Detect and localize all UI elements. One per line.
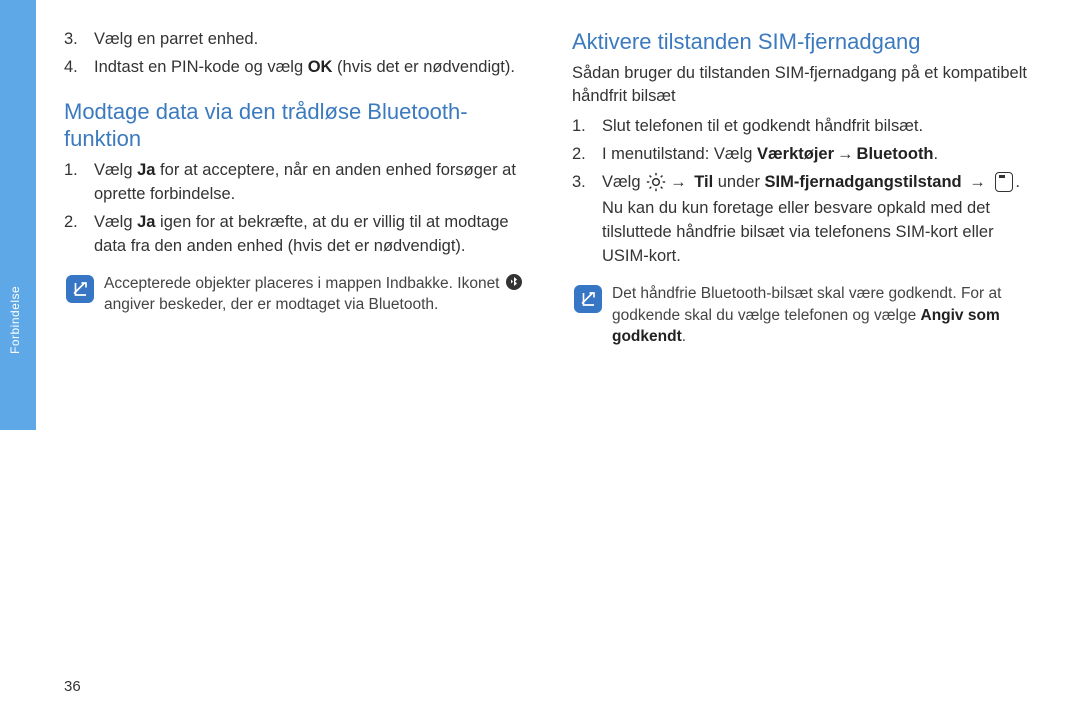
list-text-suffix: . bbox=[1015, 173, 1020, 191]
left-column: 3. Vælg en parret enhed. 4. Indtast en P… bbox=[64, 28, 532, 348]
list-text-prefix: Vælg bbox=[94, 161, 137, 179]
list-number: 4. bbox=[64, 56, 78, 80]
list-item: 2. Vælg Ja igen for at bekræfte, at du e… bbox=[64, 211, 532, 259]
intro-text: Sådan bruger du tilstanden SIM-fjernadga… bbox=[572, 62, 1040, 110]
note-pre: Accepterede objekter placeres i mappen I… bbox=[104, 275, 504, 292]
gear-icon bbox=[646, 172, 666, 192]
save-icon bbox=[995, 172, 1013, 192]
arrow-icon: → bbox=[837, 145, 854, 163]
list-text: Vælg en parret enhed. bbox=[94, 30, 258, 48]
list-item: 3. Vælg → Til under SIM-fjernadgangstils… bbox=[572, 171, 1040, 269]
note-icon bbox=[66, 275, 94, 303]
list-number: 2. bbox=[64, 211, 78, 235]
bluetooth-message-icon bbox=[506, 274, 522, 290]
list-text-prefix: Indtast en PIN-kode og vælg bbox=[94, 58, 308, 76]
bold-til: Til bbox=[694, 173, 713, 191]
list-number: 1. bbox=[572, 115, 586, 139]
list-text-after: Nu kan du kun foretage eller besvare opk… bbox=[602, 197, 1040, 269]
list-text-suffix: igen for at bekræfte, at du er villig ti… bbox=[94, 213, 509, 255]
arrow-icon: → bbox=[670, 173, 687, 191]
note-icon bbox=[574, 285, 602, 313]
continued-list: 3. Vælg en parret enhed. 4. Indtast en P… bbox=[64, 28, 532, 80]
side-tab: Forbindelse bbox=[0, 0, 36, 430]
list-text: Slut telefonen til et godkendt håndfrit … bbox=[602, 117, 923, 135]
bold-ja: Ja bbox=[137, 213, 155, 231]
list-text-suffix: (hvis det er nødvendigt). bbox=[332, 58, 515, 76]
list-number: 2. bbox=[572, 143, 586, 167]
bold-vaerktoejer: Værktøjer bbox=[757, 145, 834, 163]
bold-sim-mode: SIM-fjernadgangstilstand bbox=[765, 173, 962, 191]
list-item: 2. I menutilstand: Vælg Værktøjer→Blueto… bbox=[572, 143, 1040, 167]
note-row: Det håndfrie Bluetooth-bilsæt skal være … bbox=[572, 283, 1040, 348]
note-post: angiver beskeder, der er modtaget via Bl… bbox=[104, 296, 438, 313]
section-heading: Modtage data via den trådløse Bluetooth-… bbox=[64, 98, 532, 153]
list-text-suffix: . bbox=[934, 145, 939, 163]
note-text: Accepterede objekter placeres i mappen I… bbox=[104, 273, 532, 316]
note-row: Accepterede objekter placeres i mappen I… bbox=[64, 273, 532, 316]
note-suffix: . bbox=[682, 328, 686, 345]
list-text-suffix: for at acceptere, når en anden enhed for… bbox=[94, 161, 516, 203]
list-item: 1. Slut telefonen til et godkendt håndfr… bbox=[572, 115, 1040, 139]
right-column: Aktivere tilstanden SIM-fjernadgang Såda… bbox=[572, 28, 1040, 348]
list-text-mid: under bbox=[713, 173, 764, 191]
list-number: 3. bbox=[572, 171, 586, 195]
arrow-icon: → bbox=[969, 173, 986, 191]
list-number: 3. bbox=[64, 28, 78, 52]
note-text: Det håndfrie Bluetooth-bilsæt skal være … bbox=[612, 283, 1040, 348]
list-item: 1. Vælg Ja for at acceptere, når en ande… bbox=[64, 159, 532, 207]
bold-ja: Ja bbox=[137, 161, 155, 179]
list-item: 3. Vælg en parret enhed. bbox=[64, 28, 532, 52]
section-heading: Aktivere tilstanden SIM-fjernadgang bbox=[572, 28, 1040, 56]
bold-ok: OK bbox=[308, 58, 333, 76]
bold-bluetooth: Bluetooth bbox=[857, 145, 934, 163]
list-text-prefix: Vælg bbox=[602, 173, 645, 191]
list-number: 1. bbox=[64, 159, 78, 183]
page-content: 3. Vælg en parret enhed. 4. Indtast en P… bbox=[64, 28, 1040, 348]
page-number: 36 bbox=[64, 678, 81, 695]
list-text-prefix: I menutilstand: Vælg bbox=[602, 145, 757, 163]
numbered-list: 1. Slut telefonen til et godkendt håndfr… bbox=[572, 115, 1040, 269]
list-text-prefix: Vælg bbox=[94, 213, 137, 231]
side-tab-label: Forbindelse bbox=[8, 260, 22, 380]
numbered-list: 1. Vælg Ja for at acceptere, når en ande… bbox=[64, 159, 532, 259]
list-item: 4. Indtast en PIN-kode og vælg OK (hvis … bbox=[64, 56, 532, 80]
